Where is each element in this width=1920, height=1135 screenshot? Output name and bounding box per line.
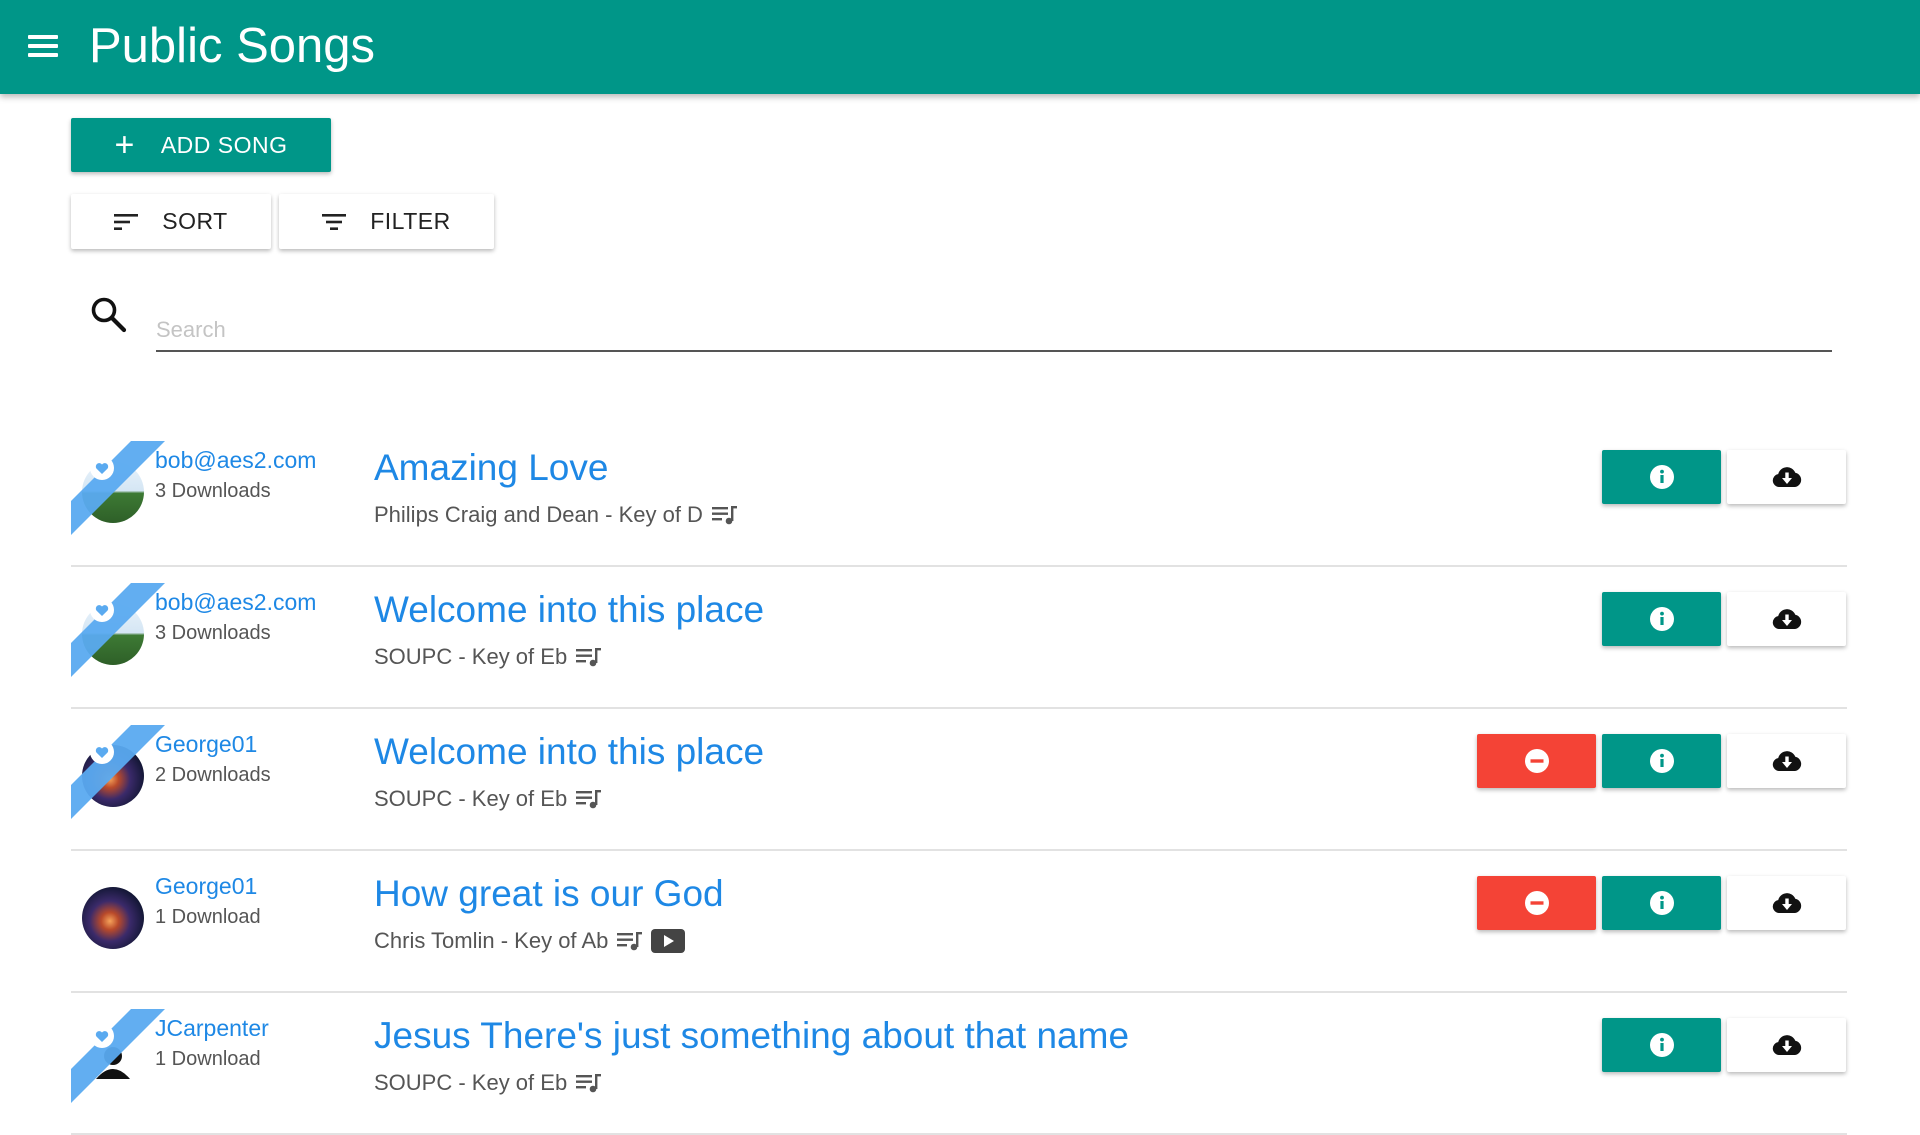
remove-button[interactable] (1477, 876, 1596, 930)
song-artist-key: Philips Craig and Dean - Key of D (374, 502, 703, 527)
list-item: JCarpenter 1 Download Jesus There's just s… (71, 993, 1847, 1135)
download-count: 3 Downloads (155, 622, 271, 644)
heart-icon (90, 1024, 114, 1048)
avatar-container (71, 725, 165, 819)
download-count: 2 Downloads (155, 764, 271, 786)
info-button[interactable] (1602, 592, 1721, 646)
song-subtitle: SOUPC - Key of Eb (374, 786, 602, 812)
list-item: bob@aes2.com 3 Downloads Amazing Love Phili… (71, 425, 1847, 567)
download-button[interactable] (1727, 734, 1846, 788)
add-song-button[interactable]: + ADD SONG (71, 118, 331, 172)
song-owner-link[interactable]: bob@aes2.com (155, 589, 316, 616)
heart-icon (90, 456, 114, 480)
song-title-link[interactable]: Amazing Love (374, 447, 608, 489)
download-button[interactable] (1727, 450, 1846, 504)
add-song-label: ADD SONG (160, 131, 288, 158)
lyrics-icon (576, 790, 602, 809)
lyrics-icon (576, 648, 602, 667)
download-button[interactable] (1727, 1018, 1846, 1072)
menu-icon[interactable] (28, 35, 58, 57)
song-artist-key: SOUPC - Key of Eb (374, 644, 568, 669)
sort-icon (114, 213, 139, 230)
cloud-download-icon (1772, 467, 1801, 487)
info-icon (1649, 1033, 1674, 1057)
page-title: Public Songs (89, 19, 376, 73)
plus-icon: + (114, 126, 135, 164)
song-artist-key: SOUPC - Key of Eb (374, 1070, 568, 1095)
list-item: George01 2 Downloads Welcome into this pla… (71, 709, 1847, 851)
remove-button[interactable] (1477, 734, 1596, 788)
song-owner-link[interactable]: JCarpenter (155, 1015, 269, 1042)
cloud-download-icon (1772, 1035, 1801, 1055)
list-item: George01 1 Download How great is our God Ch… (71, 851, 1847, 993)
download-count: 1 Download (155, 1048, 261, 1070)
filter-button[interactable]: FILTER (279, 194, 494, 249)
info-icon (1649, 607, 1674, 631)
download-count: 3 Downloads (155, 480, 271, 502)
info-icon (1649, 465, 1674, 489)
song-title-link[interactable]: Welcome into this place (374, 731, 764, 773)
filter-icon (322, 213, 347, 230)
avatar (82, 887, 144, 949)
song-title-link[interactable]: How great is our God (374, 873, 724, 915)
download-button[interactable] (1727, 876, 1846, 930)
remove-circle-icon (1524, 749, 1549, 773)
cloud-download-icon (1772, 609, 1801, 629)
song-title-link[interactable]: Jesus There's just something about that … (374, 1015, 1129, 1057)
app-bar: Public Songs (0, 0, 1920, 94)
cloud-download-icon (1772, 893, 1801, 913)
search-input[interactable] (156, 310, 1832, 352)
info-icon (1649, 749, 1674, 773)
avatar-container (71, 583, 165, 677)
filter-label: FILTER (370, 208, 451, 234)
download-button[interactable] (1727, 592, 1846, 646)
lyrics-icon (617, 932, 643, 951)
song-artist-key: Chris Tomlin - Key of Ab (374, 928, 609, 953)
cloud-download-icon (1772, 751, 1801, 771)
avatar-container (71, 867, 165, 961)
info-button[interactable] (1602, 450, 1721, 504)
heart-icon (90, 740, 114, 764)
info-icon (1649, 891, 1674, 915)
search-icon (91, 297, 127, 333)
song-subtitle: Philips Craig and Dean - Key of D (374, 502, 738, 528)
download-count: 1 Download (155, 906, 261, 928)
play-video-icon[interactable] (651, 929, 686, 953)
favorite-ribbon (71, 583, 165, 677)
song-artist-key: SOUPC - Key of Eb (374, 786, 568, 811)
lyrics-icon (576, 1074, 602, 1093)
favorite-ribbon (71, 725, 165, 819)
favorite-ribbon (71, 1009, 165, 1103)
song-subtitle: SOUPC - Key of Eb (374, 1070, 602, 1096)
avatar-container (71, 1009, 165, 1103)
favorite-ribbon (71, 441, 165, 535)
heart-icon (90, 598, 114, 622)
info-button[interactable] (1602, 876, 1721, 930)
remove-circle-icon (1524, 891, 1549, 915)
song-owner-link[interactable]: George01 (155, 731, 257, 758)
info-button[interactable] (1602, 1018, 1721, 1072)
song-owner-link[interactable]: George01 (155, 873, 257, 900)
song-title-link[interactable]: Welcome into this place (374, 589, 764, 631)
song-subtitle: Chris Tomlin - Key of Ab (374, 928, 686, 954)
avatar-container (71, 441, 165, 535)
lyrics-icon (711, 506, 737, 525)
info-button[interactable] (1602, 734, 1721, 788)
sort-label: SORT (162, 208, 228, 234)
song-subtitle: SOUPC - Key of Eb (374, 644, 602, 670)
sort-button[interactable]: SORT (71, 194, 271, 249)
song-owner-link[interactable]: bob@aes2.com (155, 447, 316, 474)
list-item: bob@aes2.com 3 Downloads Welcome into this… (71, 567, 1847, 709)
